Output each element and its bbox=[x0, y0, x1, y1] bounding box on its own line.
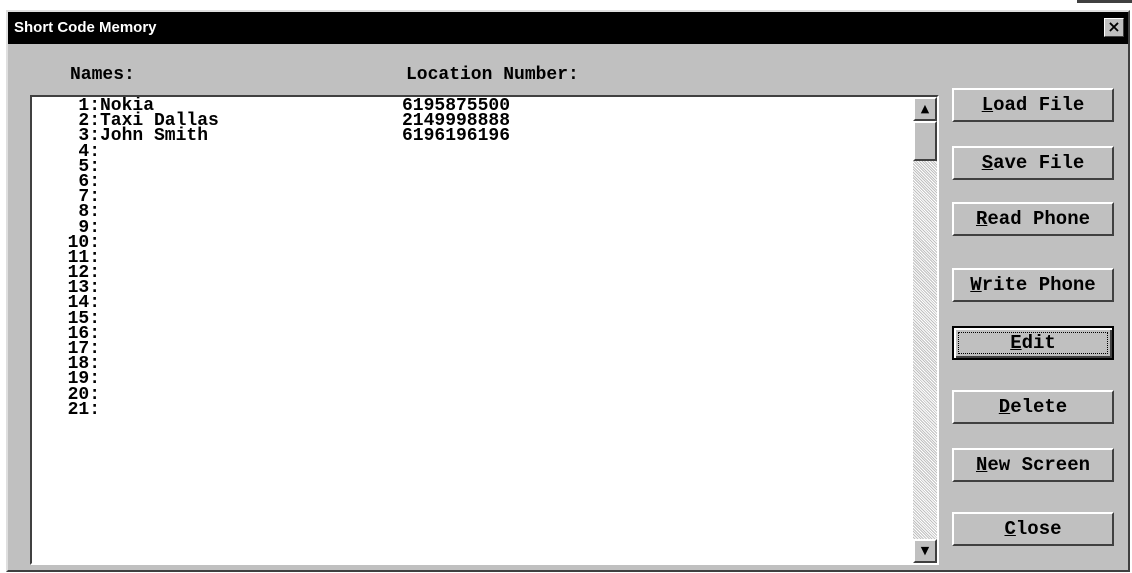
list-item[interactable]: 18: bbox=[32, 355, 913, 373]
delete-label: elete bbox=[1010, 396, 1068, 418]
list-item[interactable]: 9: bbox=[32, 218, 913, 236]
list-item-number: 6196196196 bbox=[402, 126, 511, 147]
list-item[interactable]: 13: bbox=[32, 279, 913, 297]
read-phone-mnemonic: R bbox=[975, 208, 988, 230]
save-file-button[interactable]: Save File bbox=[952, 146, 1114, 180]
list-item[interactable]: 12: bbox=[32, 264, 913, 282]
list-item[interactable]: 17: bbox=[32, 340, 913, 358]
list-item[interactable]: 21: bbox=[32, 399, 913, 420]
load-file-button[interactable]: Load File bbox=[952, 88, 1114, 122]
list-item[interactable]: 19: bbox=[32, 370, 913, 388]
short-code-list[interactable]: 1: Nokia 6195875500 2: Taxi Dallas 2149998888… bbox=[30, 95, 939, 565]
close-icon[interactable]: × bbox=[1104, 18, 1124, 37]
window-title: Short Code Memory bbox=[14, 19, 157, 36]
list-item-index: 21: bbox=[67, 399, 100, 420]
short-code-memory-dialog: Short Code Memory × Names: Location Numb… bbox=[6, 10, 1130, 572]
vertical-scrollbar[interactable]: ▲ ▼ bbox=[913, 97, 937, 563]
list-item[interactable]: 15: bbox=[32, 310, 913, 328]
scroll-thumb[interactable] bbox=[913, 121, 937, 161]
new-screen-label: ew Screen bbox=[987, 454, 1091, 476]
write-phone-label: rite Phone bbox=[981, 274, 1096, 296]
window-edge-line bbox=[1077, 0, 1132, 3]
list-rows: 1: Nokia 6195875500 2: Taxi Dallas 2149998888… bbox=[32, 97, 913, 420]
list-item[interactable]: 3: John Smith 6196196196 bbox=[32, 126, 913, 147]
edit-button[interactable]: Edit bbox=[952, 326, 1114, 360]
list-item[interactable]: 20: bbox=[32, 385, 913, 403]
new-screen-mnemonic: N bbox=[975, 454, 988, 476]
write-phone-mnemonic: W bbox=[970, 274, 982, 296]
load-file-mnemonic: L bbox=[981, 94, 994, 116]
scroll-down-icon[interactable]: ▼ bbox=[913, 539, 937, 563]
list-item[interactable]: 8: bbox=[32, 203, 913, 221]
scroll-up-icon[interactable]: ▲ bbox=[913, 97, 937, 121]
title-bar[interactable]: Short Code Memory × bbox=[8, 12, 1128, 44]
delete-mnemonic: D bbox=[998, 396, 1011, 418]
names-column-header: Names: bbox=[70, 65, 135, 85]
list-item[interactable]: 6: bbox=[32, 173, 913, 191]
delete-button[interactable]: Delete bbox=[952, 390, 1114, 424]
close-label: lose bbox=[1015, 518, 1062, 540]
close-mnemonic: C bbox=[1004, 518, 1016, 540]
read-phone-label: ead Phone bbox=[987, 208, 1091, 230]
list-item[interactable]: 7: bbox=[32, 188, 913, 206]
load-file-label: oad File bbox=[993, 94, 1085, 116]
location-column-header: Location Number: bbox=[406, 65, 579, 85]
new-screen-button[interactable]: New Screen bbox=[952, 448, 1114, 482]
list-item-name: John Smith bbox=[100, 126, 209, 147]
list-item[interactable]: 16: bbox=[32, 325, 913, 343]
save-file-mnemonic: S bbox=[981, 152, 994, 174]
list-item[interactable]: 14: bbox=[32, 294, 913, 312]
write-phone-button[interactable]: Write Phone bbox=[952, 268, 1114, 302]
list-item[interactable]: 5: bbox=[32, 158, 913, 176]
focus-rectangle bbox=[958, 332, 1108, 354]
read-phone-button[interactable]: Read Phone bbox=[952, 202, 1114, 236]
save-file-label: ave File bbox=[993, 152, 1085, 174]
close-button[interactable]: Close bbox=[952, 512, 1114, 546]
list-item[interactable]: 11: bbox=[32, 249, 913, 267]
list-item[interactable]: 4: bbox=[32, 142, 913, 160]
list-item[interactable]: 10: bbox=[32, 234, 913, 252]
